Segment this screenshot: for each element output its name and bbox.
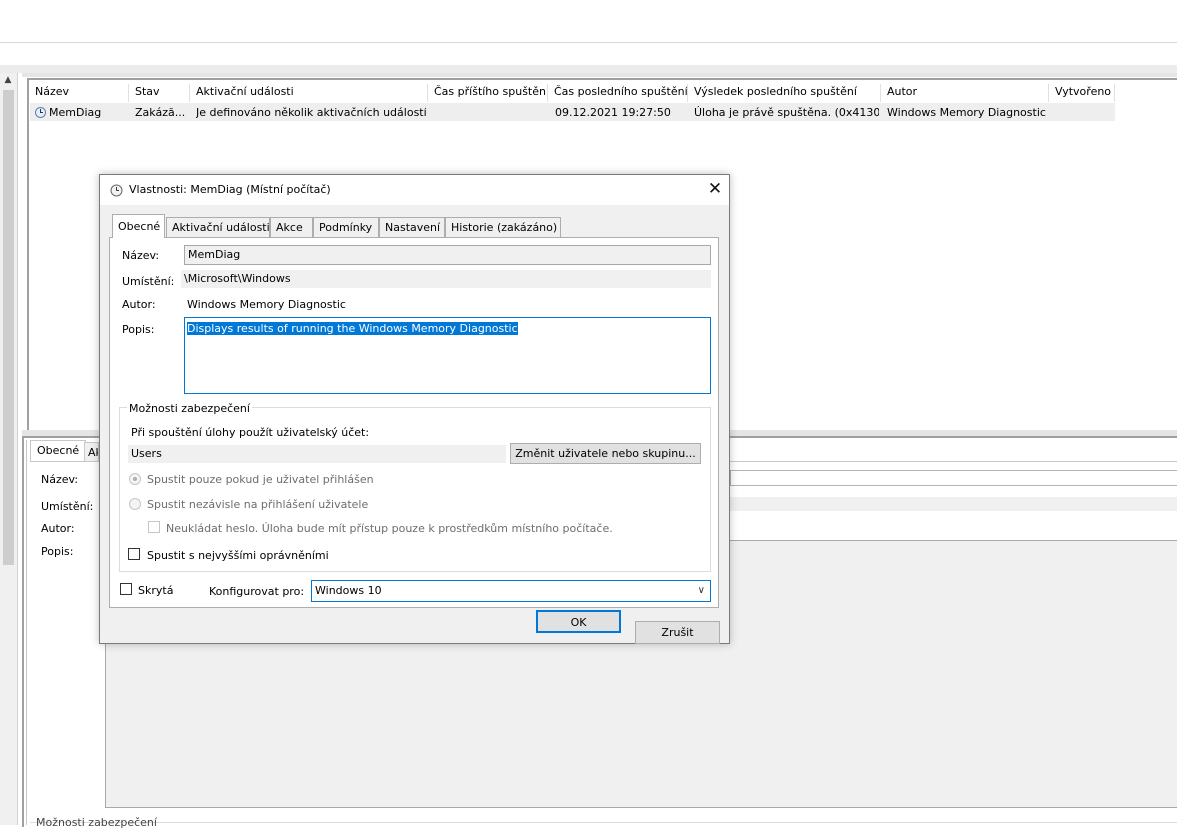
cell-next-run	[434, 104, 544, 121]
details-author-label: Autor:	[41, 522, 75, 535]
name-field[interactable]: MemDiag	[184, 245, 711, 265]
ok-button[interactable]: OK	[536, 610, 621, 633]
do-not-store-password-label: Neukládat heslo. Úloha bude mít přístup …	[166, 522, 613, 535]
tab-general[interactable]: Obecné	[112, 214, 165, 238]
dialog-title: Vlastnosti: MemDiag (Místní počítač)	[129, 183, 331, 196]
details-name-label: Název:	[41, 473, 79, 486]
configure-for-label: Konfigurovat pro:	[209, 585, 305, 598]
scroll-thumb[interactable]	[3, 90, 14, 565]
column-header-author[interactable]: Autor	[881, 84, 1049, 102]
do-not-store-password-checkbox[interactable]	[148, 521, 160, 533]
location-field[interactable]: \Microsoft\Windows	[181, 270, 711, 288]
column-header-next-run[interactable]: Čas příštího spuštění	[428, 84, 548, 102]
highest-privileges-checkbox[interactable]	[128, 548, 140, 560]
location-label: Umístění:	[122, 275, 175, 288]
details-security-title: Možnosti zabezpečení	[36, 816, 157, 829]
run-only-logged-on-radio[interactable]	[129, 473, 141, 485]
configure-for-value: Windows 10	[315, 584, 382, 597]
clock-icon	[110, 184, 123, 197]
cell-created	[1055, 104, 1113, 121]
change-user-button[interactable]: Změnit uživatele nebo skupinu...	[510, 443, 701, 464]
close-icon[interactable]: ✕	[706, 180, 724, 198]
run-only-logged-on-label: Spustit pouze pokud je uživatel přihláše…	[147, 473, 374, 486]
details-location-field	[730, 497, 1177, 511]
toolbar-divider	[0, 42, 1177, 43]
run-whether-logged-on-label: Spustit nezávisle na přihlášení uživatel…	[147, 498, 369, 511]
description-label: Popis:	[122, 323, 155, 336]
cancel-button[interactable]: Zrušit	[635, 621, 720, 644]
security-options-title: Možnosti zabezpečení	[127, 402, 252, 415]
column-header-status[interactable]: Stav	[129, 84, 190, 102]
hidden-checkbox[interactable]	[120, 583, 132, 595]
author-label: Autor:	[122, 298, 156, 311]
run-whether-logged-on-radio[interactable]	[129, 498, 141, 510]
upper-pane-frame	[22, 73, 1177, 77]
cell-triggers: Je definováno několik aktivačních událos…	[196, 106, 426, 119]
details-security-divider	[30, 822, 1177, 823]
column-header-name[interactable]: Název	[29, 84, 129, 102]
tab-triggers[interactable]: Aktivační události	[166, 217, 270, 237]
cell-last-result: Úloha je právě spuštěna. (0x41301)	[694, 106, 879, 119]
details-location-label: Umístění:	[41, 500, 94, 513]
details-description-label: Popis:	[41, 545, 74, 558]
pane-header-band	[0, 65, 1177, 73]
details-tab-general[interactable]: Obecné	[30, 440, 87, 462]
column-header-last-result[interactable]: Výsledek posledního spuštění	[688, 84, 881, 102]
cell-name[interactable]: MemDiag	[35, 104, 129, 121]
column-header-triggers[interactable]: Aktivační události	[190, 84, 428, 102]
chevron-down-icon: ∨	[697, 585, 705, 596]
name-label: Název:	[122, 249, 160, 262]
description-text: Displays results of running the Windows …	[187, 322, 518, 335]
tab-conditions[interactable]: Podmínky	[313, 217, 379, 237]
configure-for-select[interactable]: Windows 10 ∨	[311, 580, 711, 602]
column-header-created[interactable]: Vytvořeno	[1049, 84, 1115, 102]
cell-name-text: MemDiag	[49, 106, 102, 119]
scroll-up-arrow-icon[interactable]: ▲	[3, 75, 13, 87]
description-textarea[interactable]: Displays results of running the Windows …	[184, 317, 711, 394]
details-name-field	[730, 470, 1177, 486]
author-value[interactable]: Windows Memory Diagnostic	[187, 298, 346, 311]
details-tab-triggers[interactable]: Ak	[84, 442, 99, 461]
user-account-field[interactable]: Users	[128, 445, 506, 463]
highest-privileges-label: Spustit s nejvyššími oprávněními	[147, 549, 329, 562]
hidden-label: Skrytá	[138, 584, 174, 597]
cell-author: Windows Memory Diagnostic	[887, 106, 1046, 119]
cell-last-run: 09.12.2021 19:27:50	[555, 106, 671, 119]
tab-history[interactable]: Historie (zakázáno)	[445, 217, 561, 237]
tab-actions[interactable]: Akce	[270, 217, 313, 237]
left-scrollbar[interactable]: ▲	[0, 73, 18, 825]
column-header-last-run[interactable]: Čas posledního spuštění	[548, 84, 688, 102]
task-clock-icon	[35, 107, 46, 118]
tab-settings[interactable]: Nastavení	[379, 217, 445, 237]
user-account-label: Při spouštění úlohy použít uživatelský ú…	[131, 426, 370, 439]
cell-status: Zakáză...	[135, 106, 186, 119]
